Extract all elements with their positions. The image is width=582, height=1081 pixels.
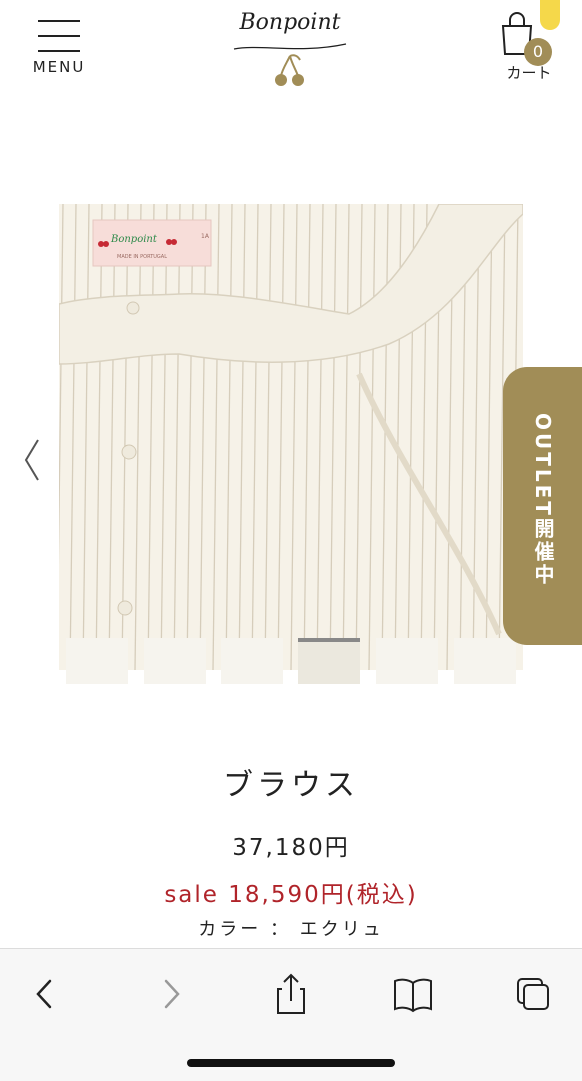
tabs-icon[interactable] [510, 971, 560, 1017]
thumbnail[interactable] [66, 638, 128, 684]
svg-text:1A: 1A [201, 233, 210, 240]
browser-toolbar [0, 948, 582, 1081]
brand-label: Bonpoint MADE IN PORTUGAL 1A [92, 219, 212, 267]
forward-icon[interactable] [146, 971, 196, 1017]
product-name: ブラウス [223, 768, 359, 803]
thumbnail[interactable] [221, 638, 283, 684]
thumbnail-strip [66, 638, 526, 686]
brand-logo[interactable]: Bonpoint [220, 6, 360, 88]
blouse-button [121, 444, 137, 460]
svg-text:MADE IN PORTUGAL: MADE IN PORTUGAL [117, 254, 167, 260]
blouse-button [126, 301, 140, 315]
bookmarks-icon[interactable] [388, 971, 438, 1017]
outlet-tab[interactable]: OUTLET開催中 [503, 367, 582, 645]
cherry-icon [275, 54, 304, 86]
product-image[interactable]: Bonpoint MADE IN PORTUGAL 1A [59, 204, 523, 670]
site-header: MENU Bonpoint 0 カート [0, 0, 582, 100]
back-icon[interactable] [20, 971, 70, 1017]
sale-price: sale 18,590円(税込) [164, 882, 418, 908]
thumbnail[interactable] [144, 638, 206, 684]
cart-label: カート [506, 64, 552, 82]
svg-text:Bonpoint: Bonpoint [110, 234, 158, 245]
blouse-photo: Bonpoint MADE IN PORTUGAL 1A [59, 204, 523, 670]
outlet-label: OUTLET開催中 [531, 413, 555, 587]
menu-label: MENU [32, 58, 86, 76]
logo-text: Bonpoint [239, 10, 341, 35]
home-indicator [187, 1059, 395, 1067]
thumbnail[interactable] [454, 638, 516, 684]
cart-button[interactable]: 0 カート [494, 0, 564, 86]
thumbnail[interactable] [376, 638, 438, 684]
original-price: 37,180円 [232, 835, 350, 861]
blouse-button [117, 600, 133, 616]
hamburger-icon [38, 20, 80, 52]
thumbnail-active[interactable] [298, 638, 360, 684]
menu-button[interactable]: MENU [24, 14, 96, 80]
chevron-left-icon[interactable] [18, 432, 48, 488]
share-icon[interactable] [266, 971, 316, 1017]
color-label: カラー ： エクリュ [198, 919, 384, 940]
